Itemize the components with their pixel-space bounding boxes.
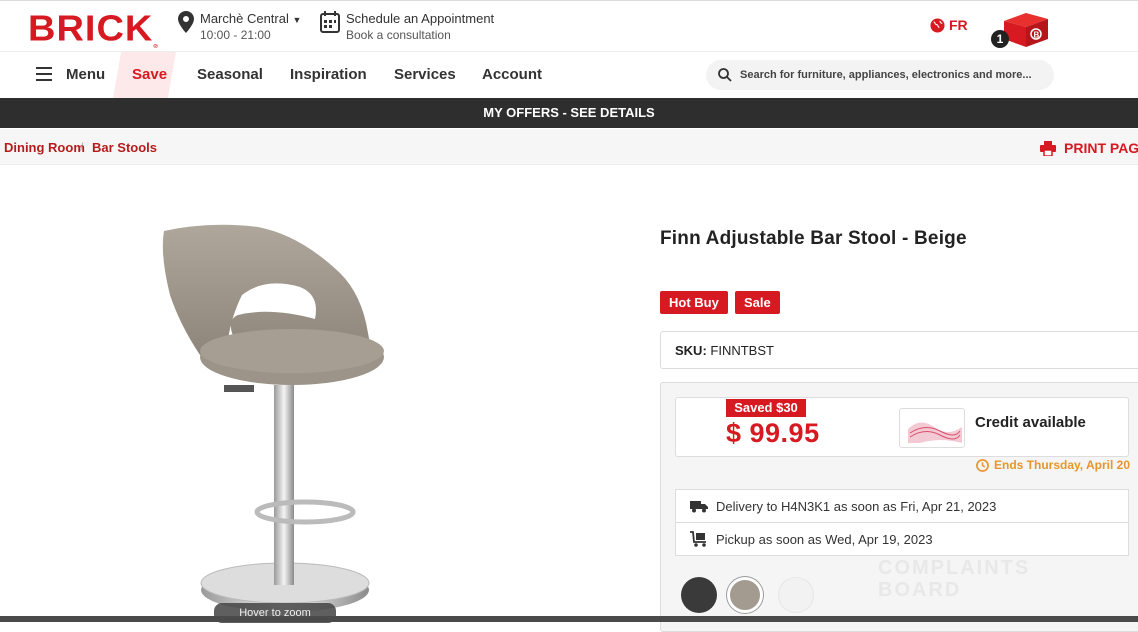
print-label: PRINT PAGE — [1064, 140, 1138, 156]
delivery-row[interactable]: Delivery to H4N3K1 as soon as Fri, Apr 2… — [675, 489, 1129, 523]
cart-button[interactable]: B 1 — [990, 11, 1052, 49]
swatch-white[interactable] — [778, 577, 814, 613]
breadcrumb-separator: / — [80, 140, 84, 154]
breadcrumb-dining-room[interactable]: Dining Room — [4, 140, 85, 155]
store-hours: 10:00 - 21:00 — [200, 28, 271, 42]
store-selector[interactable]: Marchè Central ▼ 10:00 - 21:00 — [178, 11, 301, 42]
sku-label: SKU: — [675, 343, 707, 358]
logo-text: BRICK — [28, 9, 154, 49]
menu-label[interactable]: Menu — [66, 66, 105, 83]
watermark: COMPLAINTS BOARD — [878, 557, 1030, 601]
clock-icon — [976, 458, 989, 472]
nav-item-inspiration[interactable]: Inspiration — [290, 66, 367, 83]
globe-icon — [930, 17, 945, 33]
product-image[interactable] — [150, 215, 410, 622]
nav-item-services[interactable]: Services — [394, 66, 456, 83]
search-input[interactable]: Search for furniture, appliances, electr… — [706, 60, 1054, 90]
nav-item-save[interactable]: Save — [132, 66, 167, 83]
pickup-row[interactable]: Pickup as soon as Wed, Apr 19, 2023 — [675, 522, 1129, 556]
product-price: $ 99.95 — [726, 418, 820, 448]
sku-box: SKU: FINNTBST — [660, 331, 1138, 369]
appointment-title: Schedule an Appointment — [346, 11, 495, 26]
pickup-text: Pickup as soon as Wed, Apr 19, 2023 — [716, 531, 933, 547]
credit-available-label[interactable]: Credit available — [975, 414, 1086, 431]
sale-badge: Sale — [735, 291, 780, 314]
search-icon — [718, 68, 732, 82]
credit-card-image[interactable] — [899, 408, 965, 448]
breadcrumb: Dining Room / Bar Stools PRINT PAGE — [0, 129, 1138, 165]
truck-icon — [690, 501, 708, 513]
language-toggle[interactable]: FR — [930, 17, 968, 33]
swatch-beige[interactable] — [727, 577, 763, 613]
nav-item-seasonal[interactable]: Seasonal — [197, 66, 263, 83]
swatch-black[interactable] — [681, 577, 717, 613]
delivery-text: Delivery to H4N3K1 as soon as Fri, Apr 2… — [716, 498, 997, 514]
brick-logo[interactable]: BRICK® — [28, 9, 159, 50]
offer-end-date: Ends Thursday, April 20 — [976, 458, 1130, 472]
printer-icon — [1040, 140, 1056, 156]
svg-text:B: B — [1034, 31, 1040, 40]
chevron-down-icon: ▼ — [292, 15, 302, 25]
main-nav: Menu Save Seasonal Inspiration Services … — [0, 52, 1138, 98]
cart-count-badge: 1 — [991, 30, 1009, 48]
breadcrumb-bar-stools[interactable]: Bar Stools — [92, 140, 157, 155]
pickup-cart-icon — [690, 531, 706, 547]
store-name: Marchè Central — [200, 11, 289, 26]
watermark-line-1: COMPLAINTS — [878, 557, 1031, 579]
appointment-link[interactable]: Schedule an Appointment Book a consultat… — [320, 11, 494, 42]
print-page-button[interactable]: PRINT PAGE — [1040, 140, 1138, 156]
hot-buy-badge: Hot Buy — [660, 291, 728, 314]
sku-value: FINNTBST — [710, 343, 774, 358]
offers-banner[interactable]: MY OFFERS - SEE DETAILS — [0, 98, 1138, 128]
bottom-bar — [0, 616, 1138, 622]
top-header: BRICK® Marchè Central ▼ 10:00 - 21:00 Sc… — [0, 0, 1138, 52]
saved-badge: Saved $30 — [726, 399, 806, 417]
language-label: FR — [949, 17, 968, 33]
location-pin-icon — [178, 11, 194, 33]
calendar-icon — [320, 11, 340, 33]
nav-item-account[interactable]: Account — [482, 66, 542, 83]
ends-text: Ends Thursday, April 20 — [994, 458, 1131, 472]
watermark-line-2: BOARD — [878, 579, 962, 601]
search-placeholder: Search for furniture, appliances, electr… — [740, 69, 1032, 81]
menu-icon[interactable] — [36, 67, 52, 85]
appointment-subtitle: Book a consultation — [346, 28, 451, 42]
product-title: Finn Adjustable Bar Stool - Beige — [660, 228, 967, 249]
